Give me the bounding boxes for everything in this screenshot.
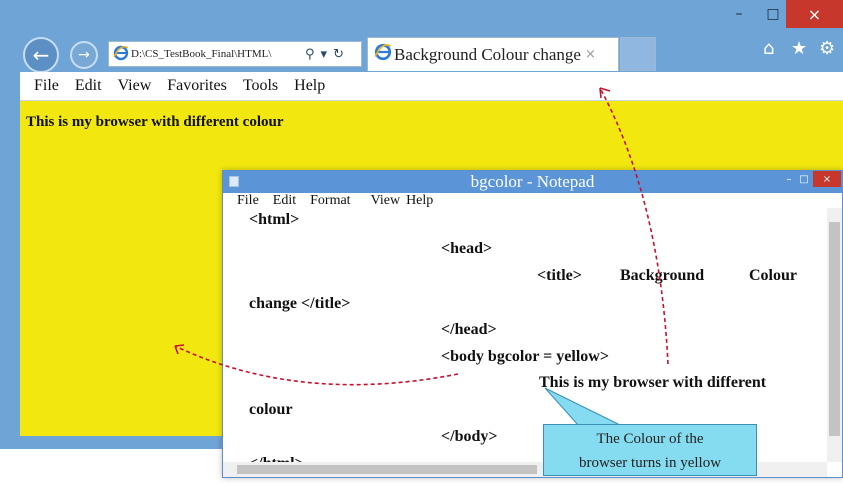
menu-tools[interactable]: Tools: [243, 77, 278, 95]
code-title-tag: <title>: [537, 267, 582, 284]
ie-logo-icon: [113, 45, 129, 64]
back-button[interactable]: ←: [23, 37, 59, 73]
callout-note: The Colour of the browser turns in yello…: [543, 424, 757, 476]
code-body-close: </body>: [441, 428, 498, 445]
address-url: D:\CS_TestBook_Final\HTML\: [131, 48, 272, 60]
menu-help[interactable]: Help: [294, 77, 325, 95]
address-tools: ⚲ ▾ ↻: [305, 47, 344, 62]
settings-gear-icon[interactable]: ⚙: [819, 38, 835, 64]
menu-edit[interactable]: Edit: [75, 77, 102, 95]
notepad-menu-file[interactable]: File: [237, 193, 259, 209]
browser-titlebar: – □ ×: [0, 0, 843, 28]
back-arrow-icon: ←: [32, 43, 50, 67]
browser-close-button[interactable]: ×: [786, 0, 843, 28]
code-html-open: <html>: [249, 211, 300, 228]
new-tab-button[interactable]: [620, 37, 656, 71]
callout-line-2: browser turns in yellow: [578, 455, 722, 471]
menu-file[interactable]: File: [34, 77, 59, 95]
tab-background-colour-change[interactable]: Background Colour change ×: [367, 37, 619, 71]
code-title-word-colour: Colour: [749, 267, 797, 284]
code-title-word-background: Background: [620, 267, 705, 284]
notepad-menu-view[interactable]: View: [371, 193, 400, 209]
code-body-text-wrap: colour: [249, 401, 293, 418]
notepad-menu-edit[interactable]: Edit: [273, 193, 296, 209]
ie-logo-icon: [374, 43, 392, 66]
notepad-maximize-button[interactable]: □: [797, 171, 811, 187]
notepad-vertical-scrollbar[interactable]: [827, 208, 842, 462]
code-body-open: <body bgcolor = yellow>: [441, 348, 609, 365]
menu-favorites[interactable]: Favorites: [167, 77, 227, 95]
horizontal-scroll-thumb[interactable]: [237, 465, 537, 474]
tab-title: Background Colour change: [394, 44, 581, 64]
favorites-star-icon[interactable]: ★: [791, 38, 807, 64]
forward-arrow-icon: →: [78, 47, 90, 63]
browser-menu-bar: File Edit View Favorites Tools Help: [20, 72, 843, 101]
notepad-minimize-button[interactable]: –: [782, 171, 796, 187]
tab-close-icon[interactable]: ×: [585, 47, 596, 62]
page-text: This is my browser with different colour: [26, 114, 284, 130]
notepad-menu-bar: File Edit Format View Help: [223, 193, 842, 208]
code-head-open: <head>: [441, 240, 493, 257]
home-icon[interactable]: ⌂: [763, 38, 774, 64]
refresh-icon[interactable]: ↻: [333, 47, 344, 62]
notepad-menu-help[interactable]: Help: [406, 193, 433, 209]
notepad-titlebar: bgcolor - Notepad – □ ×: [223, 171, 842, 193]
callout-line-1: The Colour of the: [596, 431, 704, 447]
vertical-scroll-thumb[interactable]: [829, 222, 840, 436]
notepad-close-button[interactable]: ×: [813, 171, 841, 187]
code-head-close: </head>: [441, 321, 497, 338]
menu-view[interactable]: View: [118, 77, 152, 95]
address-bar[interactable]: D:\CS_TestBook_Final\HTML\ ⚲ ▾ ↻: [108, 41, 362, 67]
notepad-title: bgcolor - Notepad: [470, 172, 595, 191]
search-icon[interactable]: ⚲: [305, 47, 315, 62]
forward-button[interactable]: →: [70, 41, 98, 69]
code-title-close: change </title>: [249, 295, 351, 312]
code-body-text: This is my browser with different: [539, 374, 767, 391]
chevron-down-icon[interactable]: ▾: [321, 47, 328, 62]
notepad-menu-format[interactable]: Format: [310, 193, 350, 209]
